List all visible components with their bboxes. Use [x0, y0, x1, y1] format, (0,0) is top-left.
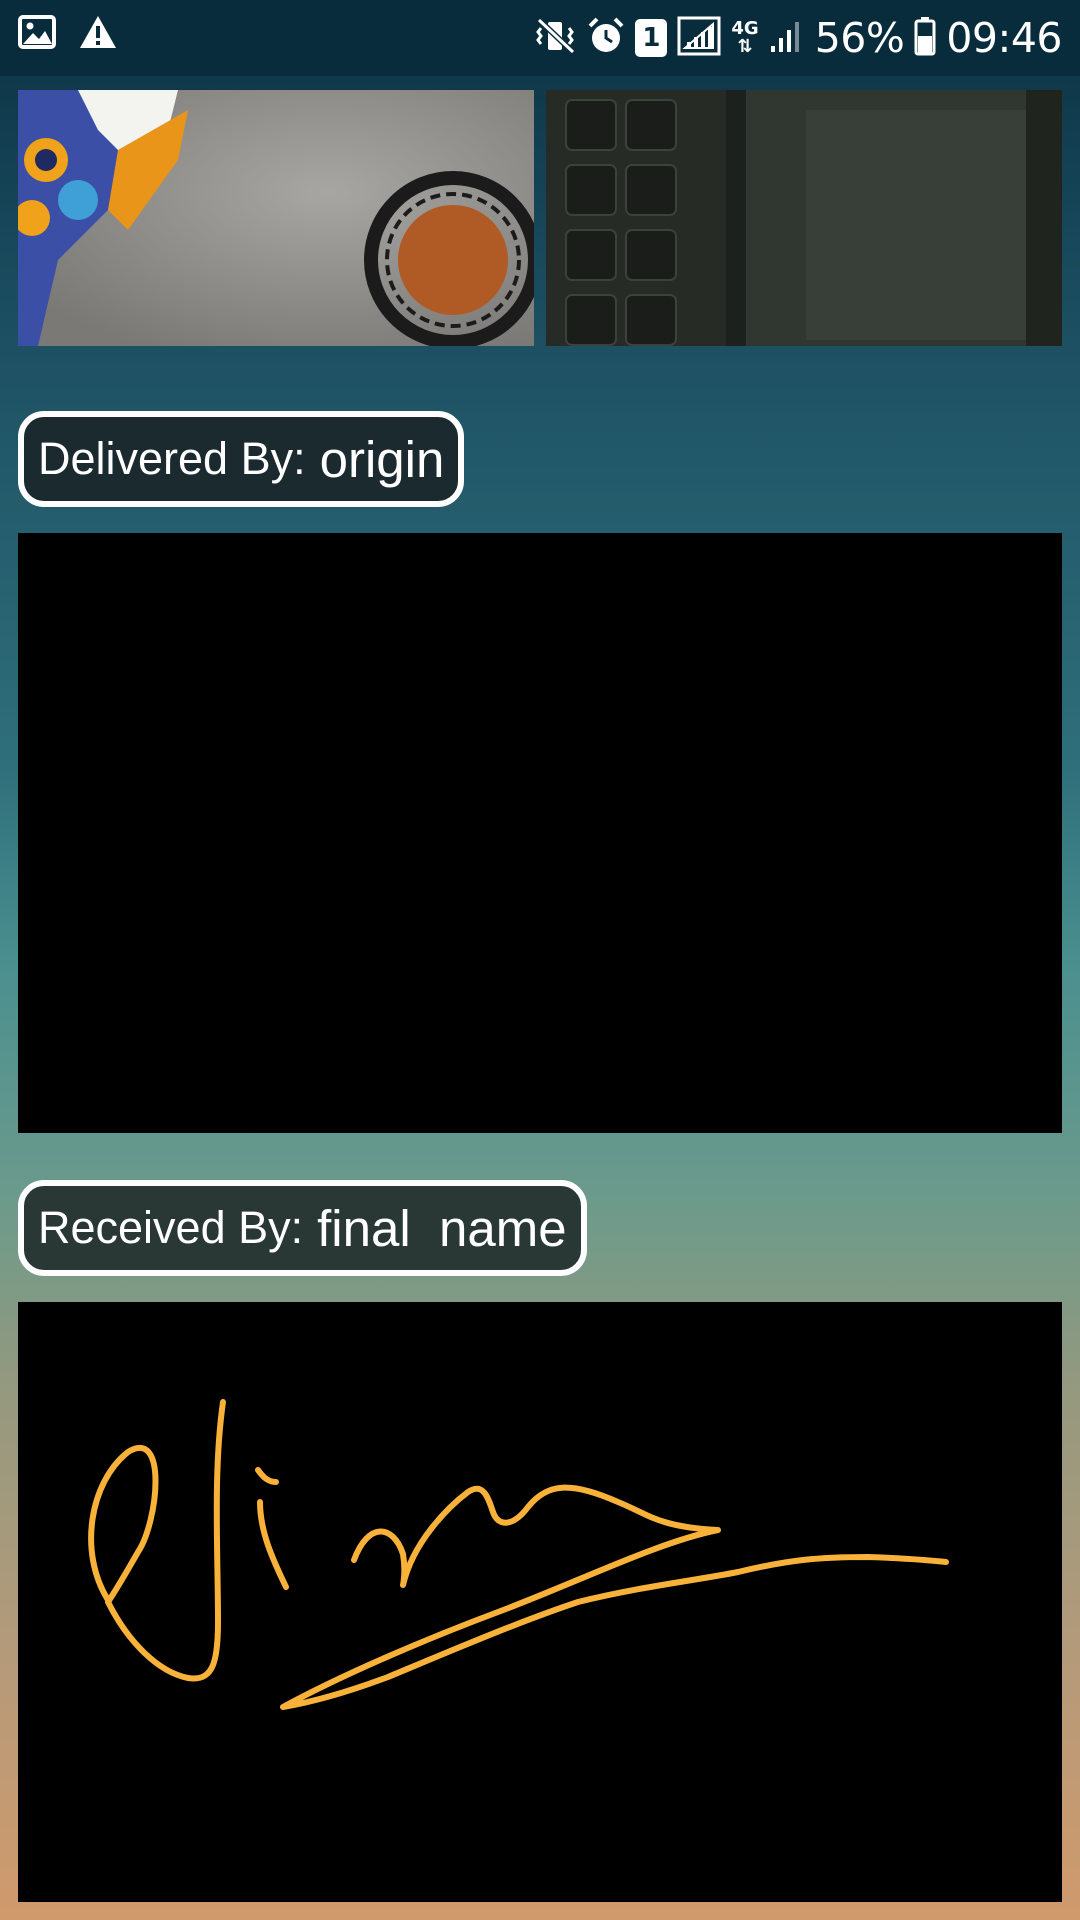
photo-thumbnail-1[interactable]: [18, 90, 534, 346]
alarm-icon: [587, 16, 625, 61]
signal-strength-icon: [769, 18, 805, 59]
delivered-by-label: Delivered By: origin: [18, 411, 465, 507]
wifi-calling-signal-icon: [677, 16, 721, 61]
delivered-by-prefix: Delivered By:: [38, 433, 306, 484]
battery-icon: [914, 16, 936, 61]
warning-icon: [78, 14, 118, 55]
received-by-prefix: Received By:: [38, 1202, 304, 1253]
photo-thumbnail-2[interactable]: [546, 90, 1062, 346]
clock-time: 09:46: [946, 14, 1062, 62]
received-by-name: final name: [317, 1199, 567, 1257]
delivered-signature-panel[interactable]: [18, 533, 1062, 1133]
mute-vibrate-icon: [535, 16, 577, 61]
delivered-by-name: origin: [319, 430, 445, 488]
received-signature-panel[interactable]: [18, 1302, 1062, 1902]
sim-1-icon: 1: [635, 19, 668, 57]
status-bar-left: [18, 14, 118, 55]
received-by-label: Received By: final name: [18, 1180, 587, 1276]
battery-percent: 56%: [814, 14, 905, 62]
image-icon: [18, 15, 56, 54]
signature-drawing: [88, 1399, 949, 1710]
status-bar-right: 1 4G ⇅ 56% 09:46: [535, 10, 1062, 66]
4g-data-icon: 4G ⇅: [731, 20, 758, 56]
status-bar: 1 4G ⇅ 56% 09:46: [0, 0, 1080, 76]
data-arrows-icon: ⇅: [737, 36, 753, 57]
